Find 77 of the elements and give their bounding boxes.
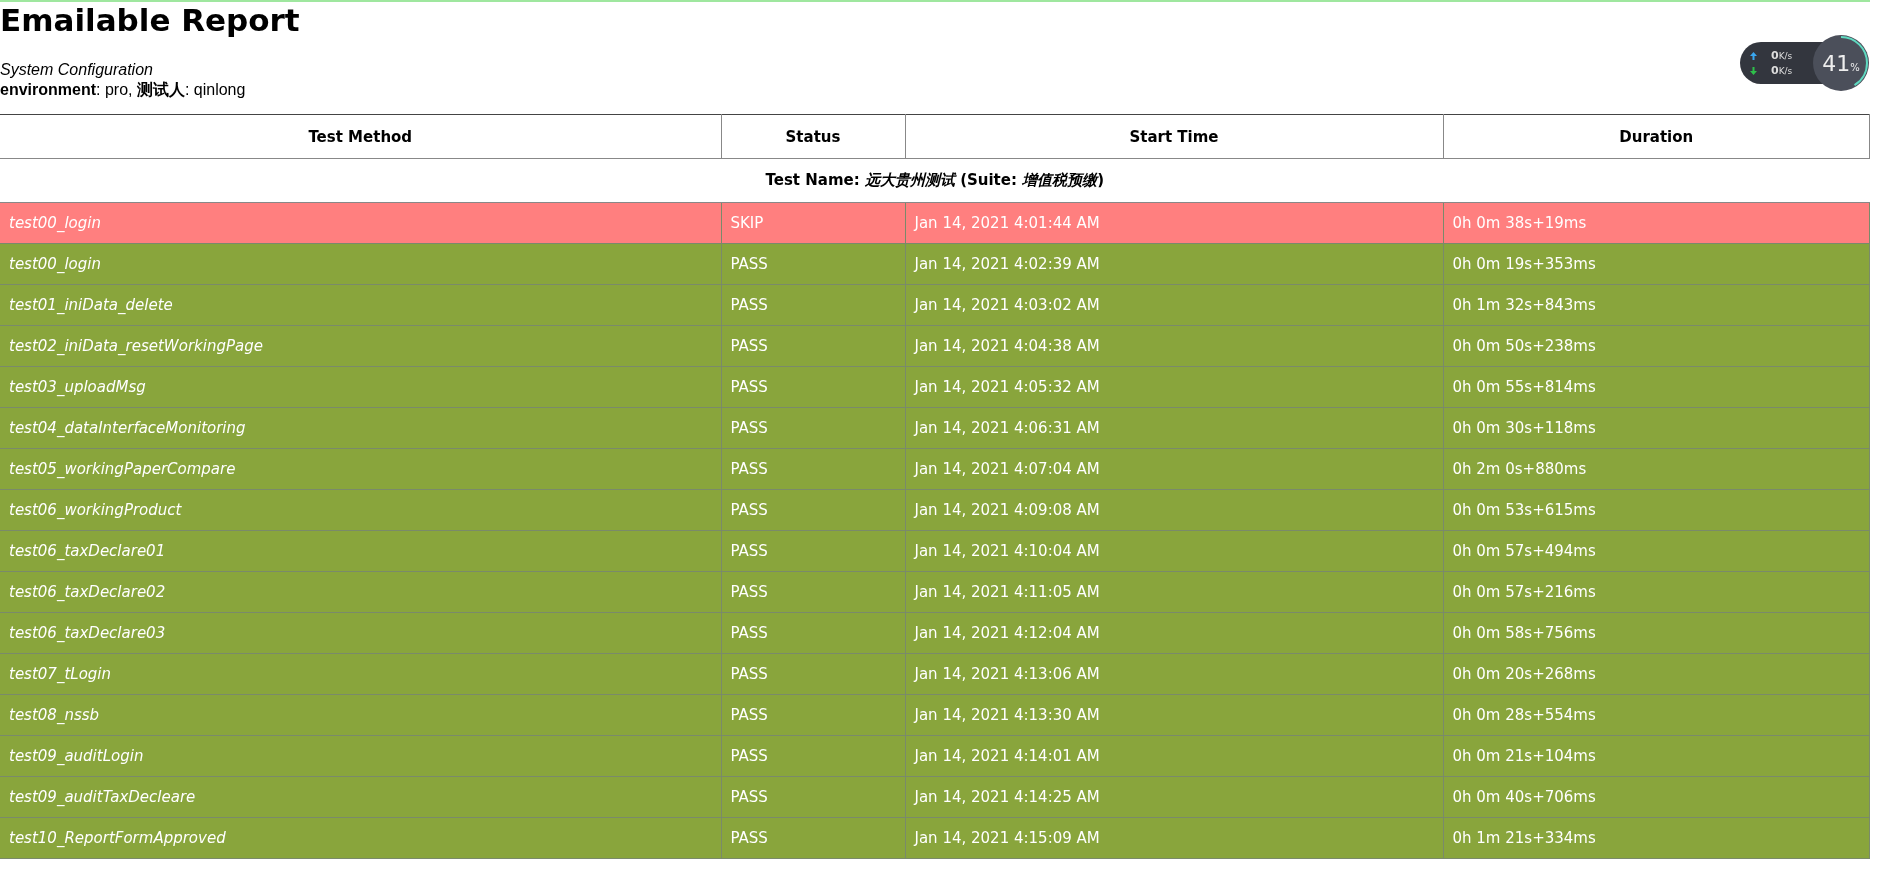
- status-cell: PASS: [721, 612, 905, 654]
- status-cell: PASS: [721, 407, 905, 449]
- status-cell: PASS: [721, 530, 905, 572]
- duration-cell: 0h 0m 19s+353ms: [1443, 243, 1870, 285]
- start-time-cell: Jan 14, 2021 4:05:32 AM: [905, 366, 1443, 408]
- test-method-cell: test06_workingProduct: [0, 489, 721, 531]
- status-cell: PASS: [721, 817, 905, 859]
- status-cell: PASS: [721, 776, 905, 818]
- start-time-cell: Jan 14, 2021 4:13:30 AM: [905, 694, 1443, 736]
- duration-cell: 0h 2m 0s+880ms: [1443, 448, 1870, 490]
- test-method-cell: test01_iniData_delete: [0, 284, 721, 326]
- test-method-cell: test06_taxDeclare02: [0, 571, 721, 613]
- duration-cell: 0h 0m 57s+216ms: [1443, 571, 1870, 613]
- start-time-cell: Jan 14, 2021 4:12:04 AM: [905, 612, 1443, 654]
- status-cell: PASS: [721, 325, 905, 367]
- start-time-cell: Jan 14, 2021 4:04:38 AM: [905, 325, 1443, 367]
- start-time-cell: Jan 14, 2021 4:06:31 AM: [905, 407, 1443, 449]
- test-method-cell: test00_login: [0, 243, 721, 285]
- status-cell: SKIP: [721, 202, 905, 244]
- start-time-cell: Jan 14, 2021 4:13:06 AM: [905, 653, 1443, 695]
- start-time-cell: Jan 14, 2021 4:01:44 AM: [905, 202, 1443, 244]
- start-time-cell: Jan 14, 2021 4:15:09 AM: [905, 817, 1443, 859]
- status-cell: PASS: [721, 284, 905, 326]
- start-time-cell: Jan 14, 2021 4:03:02 AM: [905, 284, 1443, 326]
- test-group-title: Test Name: 远大贵州测试 (Suite: 增值税预缴): [0, 158, 1870, 203]
- column-header: Start Time: [905, 114, 1443, 159]
- duration-cell: 0h 0m 38s+19ms: [1443, 202, 1870, 244]
- column-header: Test Method: [0, 114, 721, 159]
- duration-cell: 0h 0m 53s+615ms: [1443, 489, 1870, 531]
- duration-cell: 0h 1m 32s+843ms: [1443, 284, 1870, 326]
- duration-cell: 0h 0m 57s+494ms: [1443, 530, 1870, 572]
- test-method-cell: test09_auditLogin: [0, 735, 721, 777]
- test-method-cell: test08_nssb: [0, 694, 721, 736]
- duration-cell: 0h 0m 58s+756ms: [1443, 612, 1870, 654]
- duration-cell: 0h 0m 55s+814ms: [1443, 366, 1870, 408]
- status-cell: PASS: [721, 366, 905, 408]
- start-time-cell: Jan 14, 2021 4:10:04 AM: [905, 530, 1443, 572]
- download-speed: 0K/s: [1771, 64, 1793, 77]
- test-method-cell: test10_ReportFormApproved: [0, 817, 721, 859]
- report-title: Emailable Report: [0, 2, 300, 38]
- status-cell: PASS: [721, 489, 905, 531]
- duration-cell: 0h 0m 50s+238ms: [1443, 325, 1870, 367]
- test-method-cell: test00_login: [0, 202, 721, 244]
- duration-cell: 0h 0m 30s+118ms: [1443, 407, 1870, 449]
- test-method-cell: test04_dataInterfaceMonitoring: [0, 407, 721, 449]
- status-cell: PASS: [721, 653, 905, 695]
- test-method-cell: test07_tLogin: [0, 653, 721, 695]
- status-cell: PASS: [721, 243, 905, 285]
- start-time-cell: Jan 14, 2021 4:02:39 AM: [905, 243, 1443, 285]
- status-cell: PASS: [721, 694, 905, 736]
- test-method-cell: test06_taxDeclare03: [0, 612, 721, 654]
- usage-percent: 41%: [1822, 50, 1860, 76]
- start-time-cell: Jan 14, 2021 4:14:25 AM: [905, 776, 1443, 818]
- config-line: environment: pro, 测试人: qinlong: [0, 80, 246, 100]
- start-time-cell: Jan 14, 2021 4:07:04 AM: [905, 448, 1443, 490]
- test-method-cell: test03_uploadMsg: [0, 366, 721, 408]
- config-heading: System Configuration: [0, 60, 153, 80]
- start-time-cell: Jan 14, 2021 4:11:05 AM: [905, 571, 1443, 613]
- test-method-cell: test09_auditTaxDecleare: [0, 776, 721, 818]
- down-arrow-icon: [1750, 66, 1757, 75]
- column-header: Status: [721, 114, 905, 159]
- duration-cell: 0h 0m 28s+554ms: [1443, 694, 1870, 736]
- test-method-cell: test05_workingPaperCompare: [0, 448, 721, 490]
- column-header: Duration: [1443, 114, 1870, 159]
- status-cell: PASS: [721, 735, 905, 777]
- test-method-cell: test06_taxDeclare01: [0, 530, 721, 572]
- test-method-cell: test02_iniData_resetWorkingPage: [0, 325, 721, 367]
- duration-cell: 0h 0m 21s+104ms: [1443, 735, 1870, 777]
- duration-cell: 0h 0m 20s+268ms: [1443, 653, 1870, 695]
- start-time-cell: Jan 14, 2021 4:09:08 AM: [905, 489, 1443, 531]
- status-cell: PASS: [721, 571, 905, 613]
- duration-cell: 0h 0m 40s+706ms: [1443, 776, 1870, 818]
- duration-cell: 0h 1m 21s+334ms: [1443, 817, 1870, 859]
- status-cell: PASS: [721, 448, 905, 490]
- upload-speed: 0K/s: [1771, 49, 1793, 62]
- start-time-cell: Jan 14, 2021 4:14:01 AM: [905, 735, 1443, 777]
- up-arrow-icon: [1750, 51, 1757, 60]
